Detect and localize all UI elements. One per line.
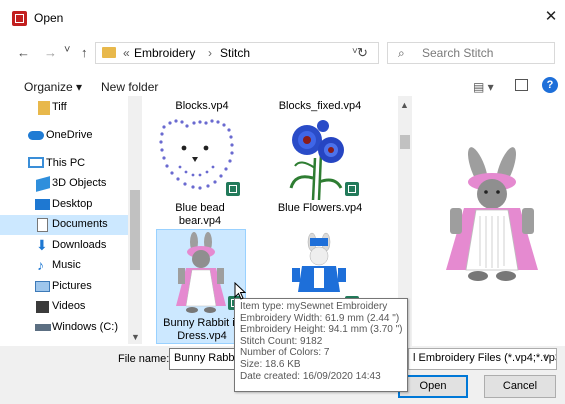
computer-icon [28, 157, 44, 168]
tree-item-desktop[interactable]: Desktop [0, 195, 128, 215]
tree-item-label: 3D Objects [52, 177, 107, 189]
tree-item-this-pc[interactable]: This PC [0, 154, 128, 174]
tree-item-label: Pictures [52, 280, 92, 292]
file-blocks-fixed[interactable]: Blocks_fixed.vp4 [270, 100, 370, 113]
tooltip-height: Embroidery Height: 94.1 mm (3.70 ") [240, 324, 403, 336]
documents-icon [37, 218, 48, 232]
tooltip-colors: Number of Colors: 7 [240, 347, 330, 359]
up-button[interactable]: ↑ [81, 45, 88, 60]
grid-scroll-up[interactable]: ▲ [400, 100, 409, 110]
address-bar[interactable]: « Embroidery › Stitch ˅ [95, 42, 379, 64]
tree-item-label: Videos [52, 300, 86, 312]
cube-icon [36, 176, 50, 192]
tree-item-documents[interactable]: Documents [0, 215, 128, 235]
pictures-icon [35, 281, 50, 292]
file-blocks[interactable]: Blocks.vp4 [152, 100, 252, 113]
file-info-tooltip: Item type: mySewnet Embroidery Embroider… [234, 298, 408, 392]
forward-button[interactable]: → [44, 45, 57, 60]
app-icon [12, 11, 27, 26]
file-grid-scrollbar-thumb[interactable] [400, 135, 410, 149]
search-placeholder: Search Stitch [422, 46, 494, 60]
filter-dropdown-icon[interactable]: ˅ [544, 352, 550, 363]
tree-item-3d-objects[interactable]: 3D Objects [0, 174, 128, 194]
tree-item-music[interactable]: ♪ Music [0, 256, 128, 276]
file-blue-bead-bear-line1[interactable]: Blue bead [150, 202, 250, 215]
tree-item-pictures[interactable]: Pictures [0, 277, 128, 297]
tooltip-date: Date created: 16/09/2020 14:43 [240, 370, 381, 382]
blue-flowers-thumbnail[interactable] [285, 118, 351, 202]
cancel-button[interactable]: Cancel [484, 375, 556, 398]
tree-scroll-down[interactable]: ▼ [131, 332, 140, 342]
mouse-cursor-icon [234, 282, 246, 300]
search-box[interactable]: ⌕ Search Stitch [387, 42, 555, 64]
tree-item-label: OneDrive [46, 129, 93, 141]
view-options-icon[interactable]: ▤ ▾ [473, 80, 494, 94]
help-icon[interactable]: ? [542, 77, 558, 93]
back-button[interactable]: ← [17, 45, 30, 60]
preview-bunny-image [446, 147, 538, 281]
title-bar [0, 0, 565, 36]
tree-item-label: Desktop [52, 198, 93, 210]
tree-item-label: Music [52, 259, 81, 271]
tooltip-size: Size: 18.6 KB [240, 358, 301, 370]
videos-icon [36, 301, 49, 313]
tree-item-onedrive[interactable]: OneDrive [0, 126, 128, 146]
download-icon: ⬇ [36, 237, 48, 253]
open-button[interactable]: Open [398, 375, 468, 398]
tooltip-width: Embroidery Width: 61.9 mm (2.44 ") [240, 312, 400, 324]
file-name-label: File name: [118, 353, 170, 365]
tree-item-downloads[interactable]: ⬇ Downloads [0, 236, 128, 256]
blue-bunny-thumbnail[interactable] [288, 232, 350, 300]
breadcrumb-separator[interactable]: › [208, 46, 212, 60]
search-icon: ⌕ [398, 46, 405, 60]
tree-item-windows-c[interactable]: Windows (C:) [0, 318, 128, 338]
navigation-tree: ▲ Tiff OneDrive This PC 3D Objects Deskt… [0, 96, 143, 344]
breadcrumb-embroidery[interactable]: Embroidery [134, 46, 195, 60]
folder-icon [38, 101, 50, 115]
music-icon: ♪ [37, 257, 44, 273]
tree-item-label: Documents [52, 218, 108, 230]
tree-scrollbar-thumb[interactable] [130, 190, 140, 270]
window-title: Open [34, 11, 64, 25]
recent-locations-button[interactable]: ˅ [64, 44, 70, 56]
tooltip-stitch-count: Stitch Count: 9182 [240, 335, 323, 347]
vp4-file-icon [226, 182, 240, 196]
tree-item-label: Tiff [52, 101, 67, 113]
tree-item-label: Windows (C:) [52, 321, 119, 333]
tree-item-tiff[interactable]: Tiff [0, 98, 128, 118]
organize-menu[interactable]: Organize ▾ [24, 80, 82, 94]
new-folder-button[interactable]: New folder [101, 80, 158, 94]
drive-icon [35, 324, 51, 331]
tree-item-label: This PC [46, 157, 86, 169]
close-button[interactable]: ✕ [540, 6, 562, 28]
folder-icon [102, 47, 116, 58]
vp4-file-icon [345, 182, 359, 196]
tree-item-label: Downloads [52, 239, 107, 251]
file-blue-flowers[interactable]: Blue Flowers.vp4 [270, 202, 370, 215]
address-overflow[interactable]: « [123, 46, 130, 60]
desktop-icon [35, 199, 50, 210]
refresh-button[interactable]: ↻ [357, 45, 368, 61]
cloud-icon [28, 131, 44, 140]
file-blue-bead-bear-line2[interactable]: bear.vp4 [150, 215, 250, 228]
tree-item-videos[interactable]: Videos [0, 297, 128, 317]
file-type-filter[interactable]: l Embroidery Files (*.vp4;*.vp3 [408, 348, 557, 370]
preview-pane-icon[interactable] [515, 79, 528, 91]
bunny-rabbit-thumbnail[interactable] [168, 232, 236, 314]
breadcrumb-stitch[interactable]: Stitch [220, 46, 250, 60]
tooltip-item-type: Item type: mySewnet Embroidery [240, 301, 388, 312]
